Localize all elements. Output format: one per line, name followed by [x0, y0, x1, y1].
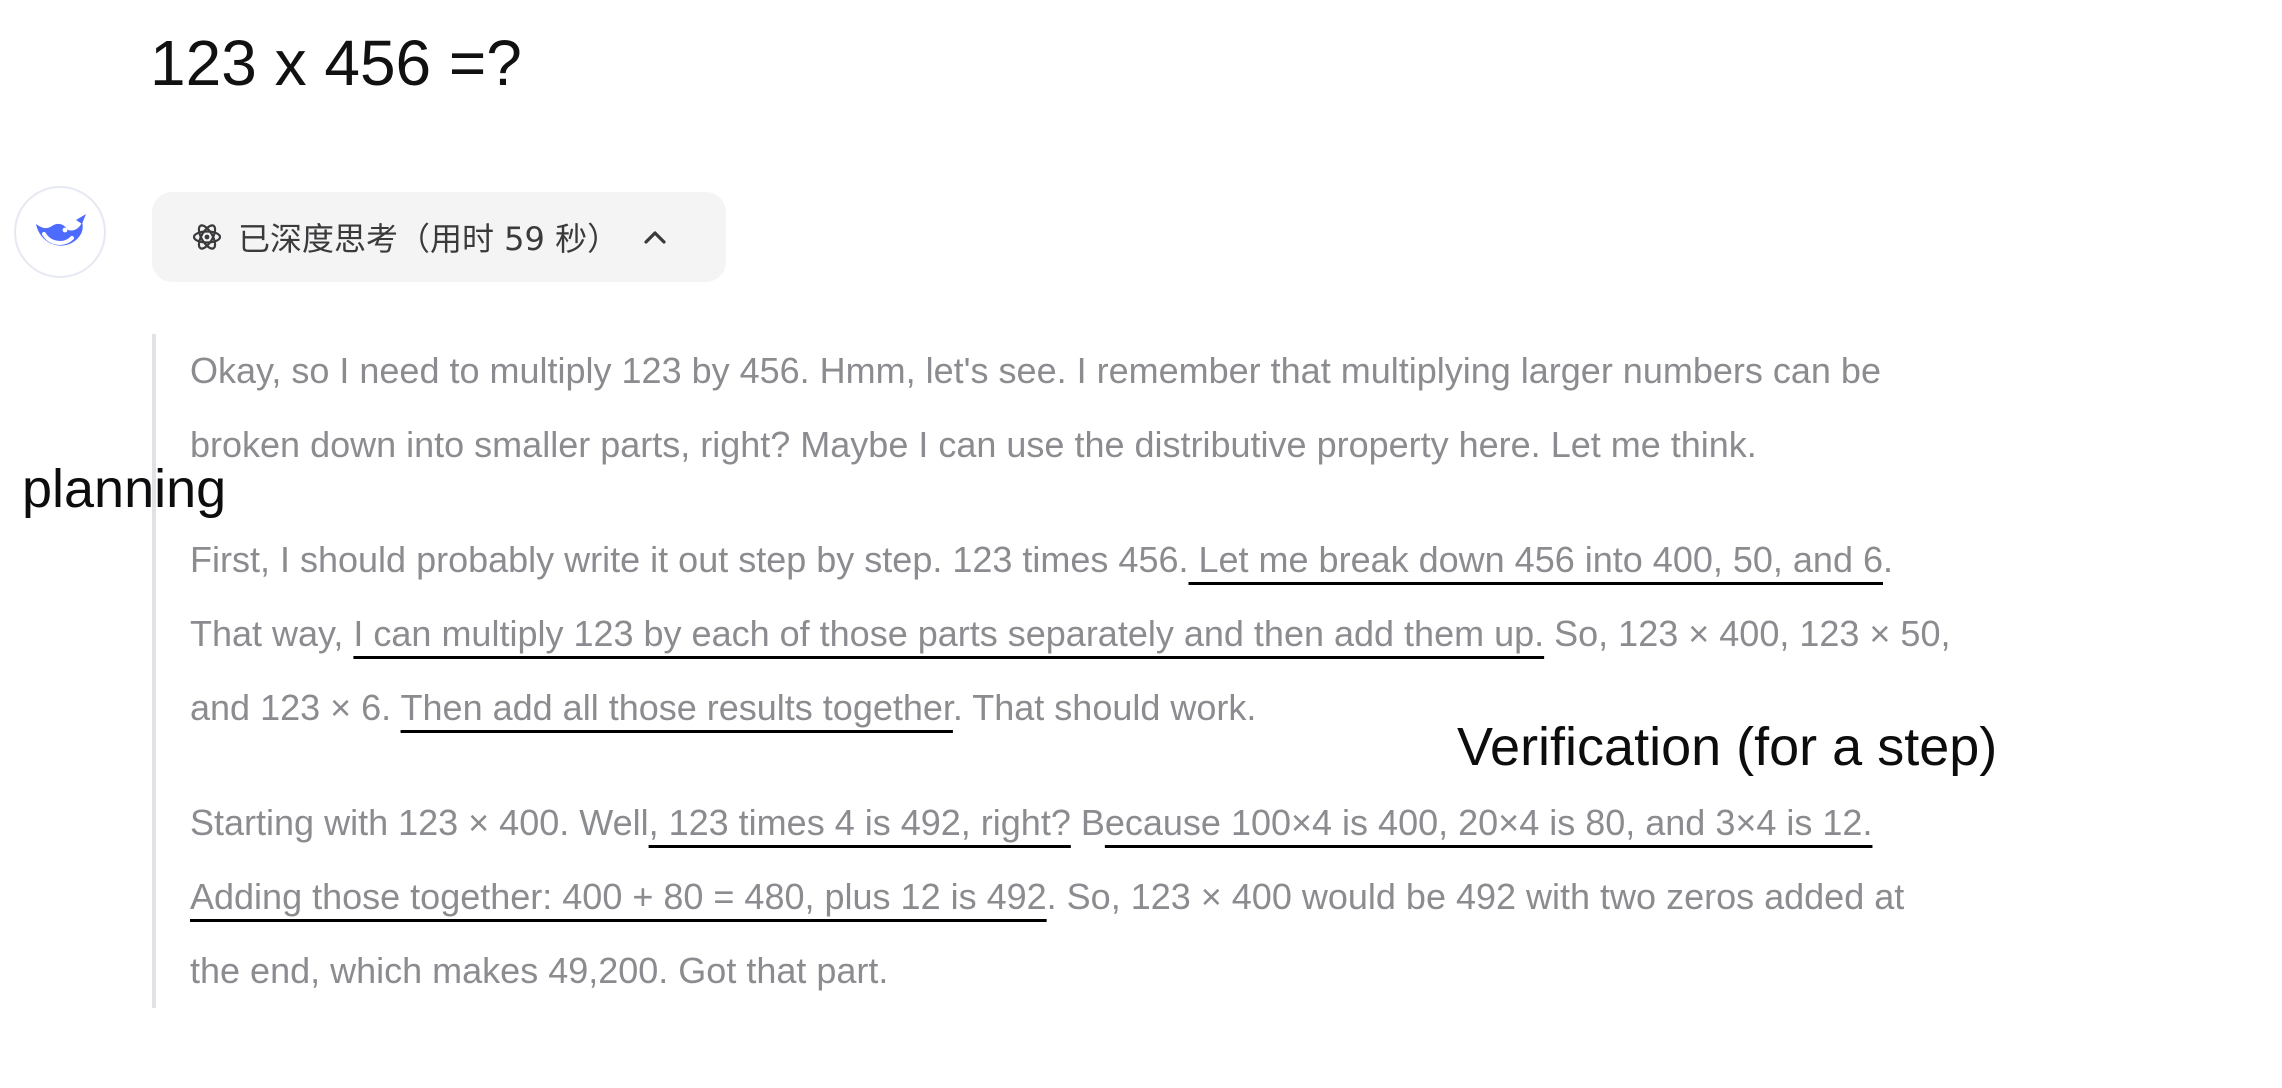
deepseek-whale-icon	[36, 214, 86, 246]
deep-thinking-toggle[interactable]: 已深度思考（用时 59 秒）	[152, 192, 726, 282]
chevron-up-icon[interactable]	[641, 223, 669, 251]
reasoning-line: Okay, so I need to multiply 123 by 456. …	[190, 350, 1881, 391]
underlined-planning-step: Then add all those results together	[400, 687, 953, 728]
reasoning-line: Adding those together: 400 + 80 = 480, p…	[190, 876, 1905, 917]
planning-annotation: planning	[22, 459, 227, 519]
underlined-planning-step: Let me break down 456 into 400, 50, and …	[1188, 539, 1884, 580]
reasoning-panel: Okay, so I need to multiply 123 by 456. …	[152, 334, 2272, 1008]
underlined-verification-step: Adding those together: 400 + 80 = 480, p…	[190, 876, 1047, 917]
atom-icon	[190, 220, 224, 254]
underlined-verification-step: , 123 times 4 is 492, right?	[648, 802, 1071, 843]
thinking-status-label: 已深度思考（用时 59 秒）	[238, 220, 620, 258]
reasoning-line: First, I should probably write it out st…	[190, 539, 1894, 580]
assistant-avatar	[14, 186, 106, 278]
underlined-verification-step: ecause 100×4 is 400, 20×4 is 80, and 3×4…	[1104, 802, 1873, 843]
verification-annotation: Verification (for a step)	[1457, 717, 1998, 777]
underlined-planning-step: I can multiply 123 by each of those part…	[353, 613, 1545, 654]
reasoning-line: That way, I can multiply 123 by each of …	[190, 613, 1951, 654]
reasoning-line: broken down into smaller parts, right? M…	[190, 424, 1757, 465]
user-question: 123 x 456 =?	[150, 27, 522, 99]
reasoning-line: the end, which makes 49,200. Got that pa…	[190, 950, 889, 991]
reasoning-line: Starting with 123 × 400. Well, 123 times…	[190, 802, 1873, 843]
